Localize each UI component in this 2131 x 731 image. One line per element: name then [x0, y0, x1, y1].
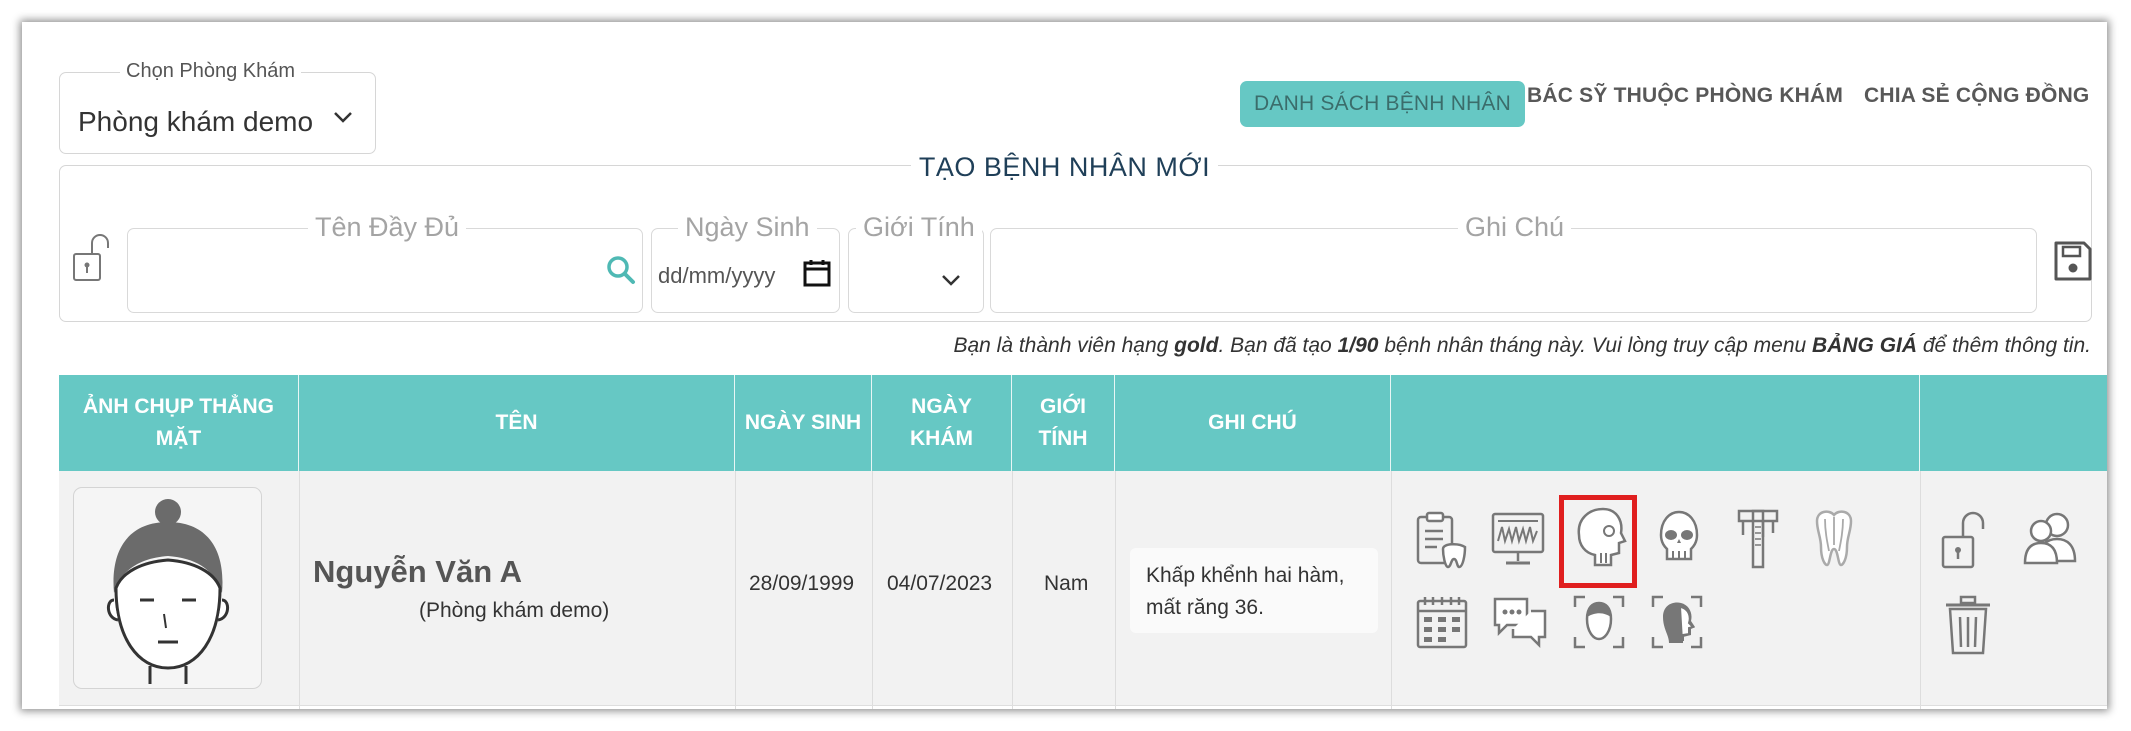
notes-field[interactable]: Ghi Chú — [990, 212, 2037, 313]
membership-info: Bạn là thành viên hạng gold. Bạn đã tạo … — [953, 334, 2091, 357]
gender-label: Giới Tính — [856, 212, 982, 243]
clinic-select-label: Chọn Phòng Khám — [120, 60, 302, 83]
patient-count: 1/90 — [1337, 334, 1379, 357]
patient-visit-date: 04/07/2023 — [887, 572, 993, 595]
clinic-select[interactable]: Chọn Phòng Khám Phòng khám demo — [59, 60, 376, 154]
clinic-select-value: Phòng khám demo — [78, 106, 314, 137]
save-icon[interactable] — [2052, 239, 2094, 283]
calendar-icon[interactable] — [1415, 595, 1469, 651]
chat-icon[interactable] — [1491, 593, 1549, 653]
dob-placeholder: dd/mm/yyyy — [658, 263, 776, 288]
new-patient-title: TẠO BỆNH NHÂN MỚI — [910, 152, 1219, 182]
app-window: Chọn Phòng Khám Phòng khám demo DANH SÁC… — [22, 22, 2107, 709]
table-row[interactable] — [59, 706, 2107, 709]
face-profile-scan-icon[interactable] — [1649, 593, 1705, 651]
nav-patient-list[interactable]: DANH SÁCH BỆNH NHÂN — [1240, 81, 1525, 127]
unlock-icon[interactable] — [70, 230, 116, 284]
header-dob: NGÀY SINH — [735, 375, 872, 471]
dob-field[interactable]: Ngày Sinh dd/mm/yyyy — [651, 212, 840, 313]
highlight-box — [1559, 495, 1637, 588]
header-gender: GIỚI TÍNH — [1012, 375, 1115, 471]
tooth-icon[interactable] — [1811, 507, 1857, 569]
patient-photo[interactable] — [73, 487, 262, 689]
patient-name[interactable]: Nguyễn Văn A — [313, 554, 522, 590]
header-photo: ẢNH CHỤP THẲNG MẶT — [59, 375, 299, 471]
search-icon[interactable] — [606, 255, 636, 285]
fullname-field[interactable]: Tên Đầy Đủ — [127, 212, 643, 313]
unlock-icon[interactable] — [1939, 509, 1995, 573]
patient-gender: Nam — [1044, 572, 1089, 595]
membership-tier: gold — [1174, 334, 1219, 357]
header-visit-date: NGÀY KHÁM — [872, 375, 1012, 471]
calendar-picker-icon[interactable] — [802, 258, 832, 288]
patient-note: Khấp khểnh hai hàm, mất răng 36. — [1130, 548, 1378, 633]
xray-monitor-icon[interactable] — [1490, 511, 1546, 569]
patient-dob: 28/09/1999 — [749, 572, 855, 595]
dob-label: Ngày Sinh — [678, 212, 817, 243]
table-row[interactable]: Nguyễn Văn A (Phòng khám demo) 28/09/199… — [59, 471, 2107, 706]
gender-select[interactable]: Giới Tính — [848, 212, 984, 313]
users-icon[interactable] — [2021, 507, 2081, 567]
face-avatar-icon — [107, 499, 229, 684]
nav-clinic-doctors[interactable]: BÁC SỸ THUỘC PHÒNG KHÁM — [1527, 84, 1843, 108]
fullname-label: Tên Đầy Đủ — [308, 212, 467, 243]
notes-label: Ghi Chú — [1458, 212, 1572, 243]
header-notes: GHI CHÚ — [1115, 375, 1391, 471]
chevron-down-icon — [334, 112, 352, 123]
price-menu-link[interactable]: BẢNG GIÁ — [1812, 334, 1917, 357]
header-tools — [1391, 375, 1920, 471]
chevron-down-icon — [942, 275, 960, 286]
skull-front-icon[interactable] — [1655, 509, 1703, 569]
trash-icon[interactable] — [1943, 595, 1993, 657]
header-actions — [1920, 375, 2107, 471]
caliper-icon[interactable] — [1735, 507, 1781, 569]
nav-community-share[interactable]: CHIA SẺ CỘNG ĐỒNG — [1864, 84, 2089, 108]
face-front-scan-icon[interactable] — [1571, 593, 1627, 651]
header-name: TÊN — [299, 375, 735, 471]
patient-clinic: (Phòng khám demo) — [419, 599, 610, 622]
clipboard-tooth-icon[interactable] — [1415, 511, 1469, 571]
patient-table-header: ẢNH CHỤP THẲNG MẶT TÊN NGÀY SINH NGÀY KHÁM… — [59, 375, 2107, 471]
